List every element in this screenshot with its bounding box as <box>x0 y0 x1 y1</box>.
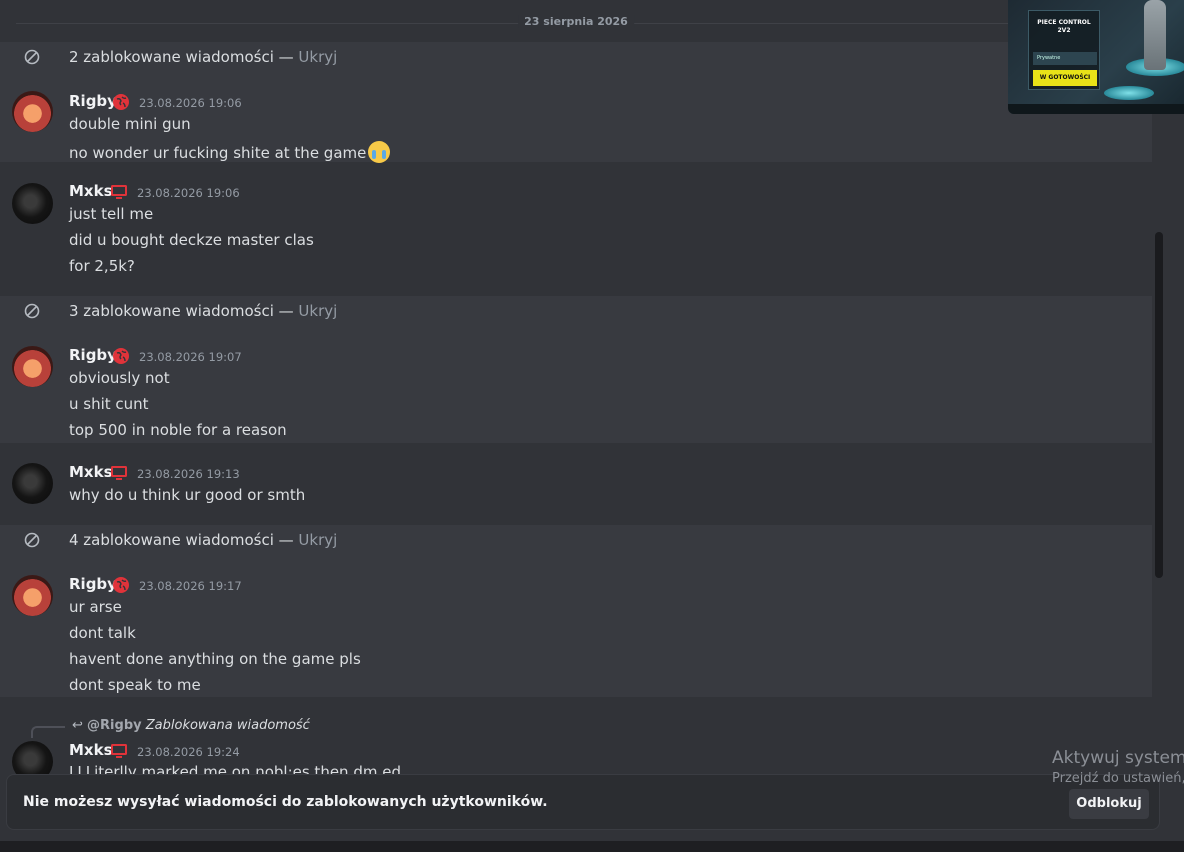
reply-blocked-text: Zablokowana wiadomość <box>145 718 310 733</box>
chat-message-list[interactable]: 23 sierpnia 2026 2 zablokowane wiadomośc… <box>0 0 1152 852</box>
message-text: double mini gun <box>69 115 191 133</box>
windows-activation-watermark: Aktywuj system Windows Przejdź do ustawi… <box>1052 748 1184 786</box>
blocked-count-text: 2 zablokowane wiadomości — <box>69 48 299 66</box>
overlay-character <box>1144 0 1166 70</box>
message-group[interactable]: Mxks 23.08.2026 19:13 why do u think ur … <box>0 443 1152 525</box>
blocked-messages-label: 3 zablokowane wiadomości — Ukryj <box>69 302 337 320</box>
message-text: obviously not <box>69 369 170 387</box>
monitor-icon <box>111 744 127 758</box>
activation-subtitle: Przejdź do ustawień, aby aktywować syste… <box>1052 771 1184 786</box>
timestamp: 23.08.2026 19:24 <box>137 745 240 759</box>
username[interactable]: Rigby <box>69 575 117 593</box>
hide-blocked-link[interactable]: Ukryj <box>298 531 337 549</box>
username[interactable]: Mxks <box>69 463 113 481</box>
reply-connector <box>31 726 65 738</box>
blocked-composer-bar: Nie możesz wysyłać wiadomości do zabloko… <box>6 774 1160 830</box>
blocked-messages-label: 4 zablokowane wiadomości — Ukryj <box>69 531 337 549</box>
timestamp: 23.08.2026 19:06 <box>137 186 240 200</box>
hide-blocked-link[interactable]: Ukryj <box>298 302 337 320</box>
message-text: no wonder ur fucking shite at the game <box>69 144 367 162</box>
overlay-ready-button[interactable]: W GOTOWOŚCI <box>1033 70 1097 86</box>
reply-preview[interactable]: ↩ @Rigby Zablokowana wiadomość <box>72 718 310 733</box>
blocked-messages-label: 2 zablokowane wiadomości — Ukryj <box>69 48 337 66</box>
avatar[interactable] <box>12 575 53 616</box>
blocked-messages-bar[interactable]: 4 zablokowane wiadomości — Ukryj <box>0 525 1152 555</box>
avatar[interactable] <box>12 91 53 132</box>
game-overlay-preview[interactable]: PIECE CONTROL 2V2 Prywatne W GOTOWOŚCI <box>1008 0 1184 114</box>
avatar[interactable] <box>12 346 53 387</box>
overlay-private-label[interactable]: Prywatne <box>1033 52 1097 65</box>
message-text: ur arse <box>69 598 122 616</box>
username[interactable]: Rigby <box>69 346 117 364</box>
bottom-strip <box>0 841 1184 852</box>
globe-icon <box>113 577 129 593</box>
blocked-count-text: 3 zablokowane wiadomości — <box>69 302 299 320</box>
avatar[interactable] <box>12 463 53 504</box>
scrollbar-thumb[interactable] <box>1155 232 1163 578</box>
monitor-icon <box>111 185 127 199</box>
unblock-button[interactable]: Odblokuj <box>1069 789 1149 819</box>
message-group[interactable]: Mxks 23.08.2026 19:06 just tell me did u… <box>0 162 1152 296</box>
message-group[interactable]: ↩ @Rigby Zablokowana wiadomość Mxks 23.0… <box>0 697 1152 782</box>
timestamp: 23.08.2026 19:06 <box>139 96 242 110</box>
message-text: did u bought deckze master clas <box>69 231 314 249</box>
overlay-platform <box>1104 86 1154 100</box>
message-text: just tell me <box>69 205 154 223</box>
username[interactable]: Rigby <box>69 92 117 110</box>
blocked-icon <box>24 49 40 65</box>
message-text-line: no wonder ur fucking shite at the game <box>69 141 391 163</box>
monitor-icon <box>111 466 127 480</box>
loudly-crying-emoji-icon <box>368 141 391 163</box>
message-text: dont talk <box>69 624 136 642</box>
overlay-lobby-card: PIECE CONTROL 2V2 Prywatne W GOTOWOŚCI <box>1028 10 1100 90</box>
blocked-notice-text: Nie możesz wysyłać wiadomości do zabloko… <box>23 794 548 810</box>
message-text: dont speak to me <box>69 676 201 694</box>
overlay-bottom-bar <box>1008 104 1184 114</box>
message-text: u shit cunt <box>69 395 149 413</box>
divider-date: 23 sierpnia 2026 <box>518 15 634 28</box>
globe-icon <box>113 348 129 364</box>
message-group[interactable]: Rigby 23.08.2026 19:07 obviously not u s… <box>0 326 1152 443</box>
timestamp: 23.08.2026 19:13 <box>137 467 240 481</box>
message-group[interactable]: Rigby 23.08.2026 19:06 double mini gun n… <box>0 72 1152 163</box>
avatar[interactable] <box>12 183 53 224</box>
blocked-messages-bar[interactable]: 3 zablokowane wiadomości — Ukryj <box>0 296 1152 326</box>
message-text: why do u think ur good or smth <box>69 486 306 504</box>
blocked-icon <box>24 303 40 319</box>
message-group[interactable]: Rigby 23.08.2026 19:17 ur arse dont talk… <box>0 555 1152 697</box>
message-text: top 500 in noble for a reason <box>69 421 287 439</box>
date-divider: 23 sierpnia 2026 <box>0 0 1152 42</box>
reply-arrow-icon: ↩ <box>72 718 83 733</box>
timestamp: 23.08.2026 19:07 <box>139 350 242 364</box>
username[interactable]: Mxks <box>69 182 113 200</box>
message-text: havent done anything on the game pls <box>69 650 361 668</box>
blocked-messages-bar[interactable]: 2 zablokowane wiadomości — Ukryj <box>0 42 1152 72</box>
hide-blocked-link[interactable]: Ukryj <box>298 48 337 66</box>
activation-title: Aktywuj system Windows <box>1052 748 1184 768</box>
blocked-icon <box>24 532 40 548</box>
blocked-count-text: 4 zablokowane wiadomości — <box>69 531 299 549</box>
timestamp: 23.08.2026 19:17 <box>139 579 242 593</box>
username[interactable]: Mxks <box>69 741 113 759</box>
reply-mention[interactable]: @Rigby <box>87 718 142 733</box>
message-text: for 2,5k? <box>69 257 135 275</box>
globe-icon <box>113 94 129 110</box>
overlay-mode-title: PIECE CONTROL 2V2 <box>1037 19 1091 34</box>
